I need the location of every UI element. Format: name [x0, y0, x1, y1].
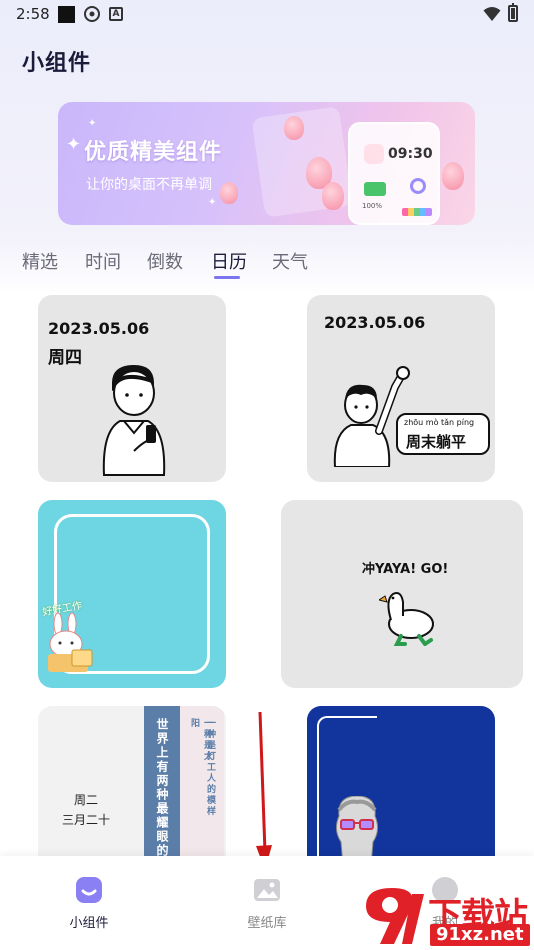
tulip-decoration [442, 162, 464, 190]
battery-widget-icon [364, 182, 386, 196]
tulip-decoration [284, 116, 304, 140]
lunar-date: 周二 三月二十 [62, 790, 110, 830]
watermark-logo [366, 888, 424, 944]
widget-card-vertical-quote[interactable]: 周二 三月二十 世界上有两种最耀眼的 一种是太阳 一种是打工人的模样 [38, 706, 226, 866]
page-title: 小组件 [22, 51, 92, 76]
card-date: 2023.05.06 [48, 319, 150, 338]
watermark-url: 91xz.net [430, 924, 530, 946]
card-date: 2023.05.06 [324, 313, 426, 332]
widget-time: 09:30 [388, 146, 433, 162]
widget-preview: 09:30 100% [348, 122, 440, 225]
vertical-quote: 世界上有两种最耀眼的 [155, 718, 169, 858]
tulip-decoration [220, 182, 238, 204]
wallpaper-icon [254, 879, 280, 901]
promo-banner[interactable]: ✦ ✦ ✦ 优质精美组件 让你的桌面不再单调 09:30 100% [58, 102, 475, 225]
tab-weather[interactable]: 天气 [272, 248, 308, 274]
ring-icon [410, 178, 426, 194]
card-lunar-date: 三月二十 [62, 813, 111, 827]
app-notification-icon [84, 6, 100, 22]
widget-card-yaya-go[interactable]: 冲YAYA! GO! [281, 500, 523, 688]
banner-subtitle: 让你的桌面不再单调 [86, 177, 212, 193]
notification-square-icon [58, 6, 75, 23]
nav-label: 壁纸库 [247, 916, 287, 931]
widget-battery-percent: 100% [362, 202, 383, 210]
nav-widgets[interactable]: 小组件 [49, 876, 129, 931]
tulip-decoration [322, 182, 344, 210]
nav-label: 小组件 [69, 916, 109, 931]
tab-featured[interactable]: 精选 [22, 248, 58, 274]
sparkle-icon: ✦ [208, 197, 217, 208]
status-time: 2:58 [16, 5, 50, 23]
widget-card-bunny-work[interactable]: 好好工作 [38, 500, 226, 688]
color-bars-decoration [402, 208, 432, 216]
a-notification-icon: A [109, 7, 123, 21]
widget-card-weekend-relax[interactable]: 2023.05.06 zhōu mò tǎn píng 周末躺平 [307, 295, 495, 482]
battery-icon [508, 3, 518, 22]
paw-icon [364, 144, 384, 164]
card-weekday: 周四 [48, 348, 82, 368]
wifi-icon [483, 7, 501, 21]
bunny-laptop-illustration [48, 612, 93, 672]
yaya-title: 冲YAYA! GO! [362, 562, 449, 577]
sparkle-icon: ✦ [66, 134, 82, 155]
duck-illustration [379, 592, 434, 646]
widget-card-calendar-thursday[interactable]: 2023.05.06 周四 [38, 295, 226, 482]
tab-time[interactable]: 时间 [85, 248, 121, 274]
man-with-phone-illustration [102, 365, 166, 476]
status-bar: 2:58 A [0, 0, 534, 28]
sparkle-icon: ✦ [88, 118, 97, 129]
annotation-arrow [256, 712, 272, 870]
banner-title: 优质精美组件 [84, 140, 223, 165]
nav-wallpapers[interactable]: 壁纸库 [227, 876, 307, 931]
badge-pinyin: zhōu mò tǎn píng [404, 418, 475, 427]
vertical-quote-b: 一种是打工人的模样 [205, 718, 215, 817]
widget-icon [76, 877, 102, 903]
weekend-relax-badge: zhōu mò tǎn píng 周末躺平 [396, 413, 490, 455]
badge-text: 周末躺平 [406, 433, 467, 451]
tab-calendar[interactable]: 日历 [211, 248, 247, 274]
active-tab-indicator [214, 276, 240, 279]
tab-countdown[interactable]: 倒数 [147, 248, 183, 274]
card-weekday: 周二 [74, 793, 99, 807]
widget-card-statue[interactable] [307, 706, 495, 866]
